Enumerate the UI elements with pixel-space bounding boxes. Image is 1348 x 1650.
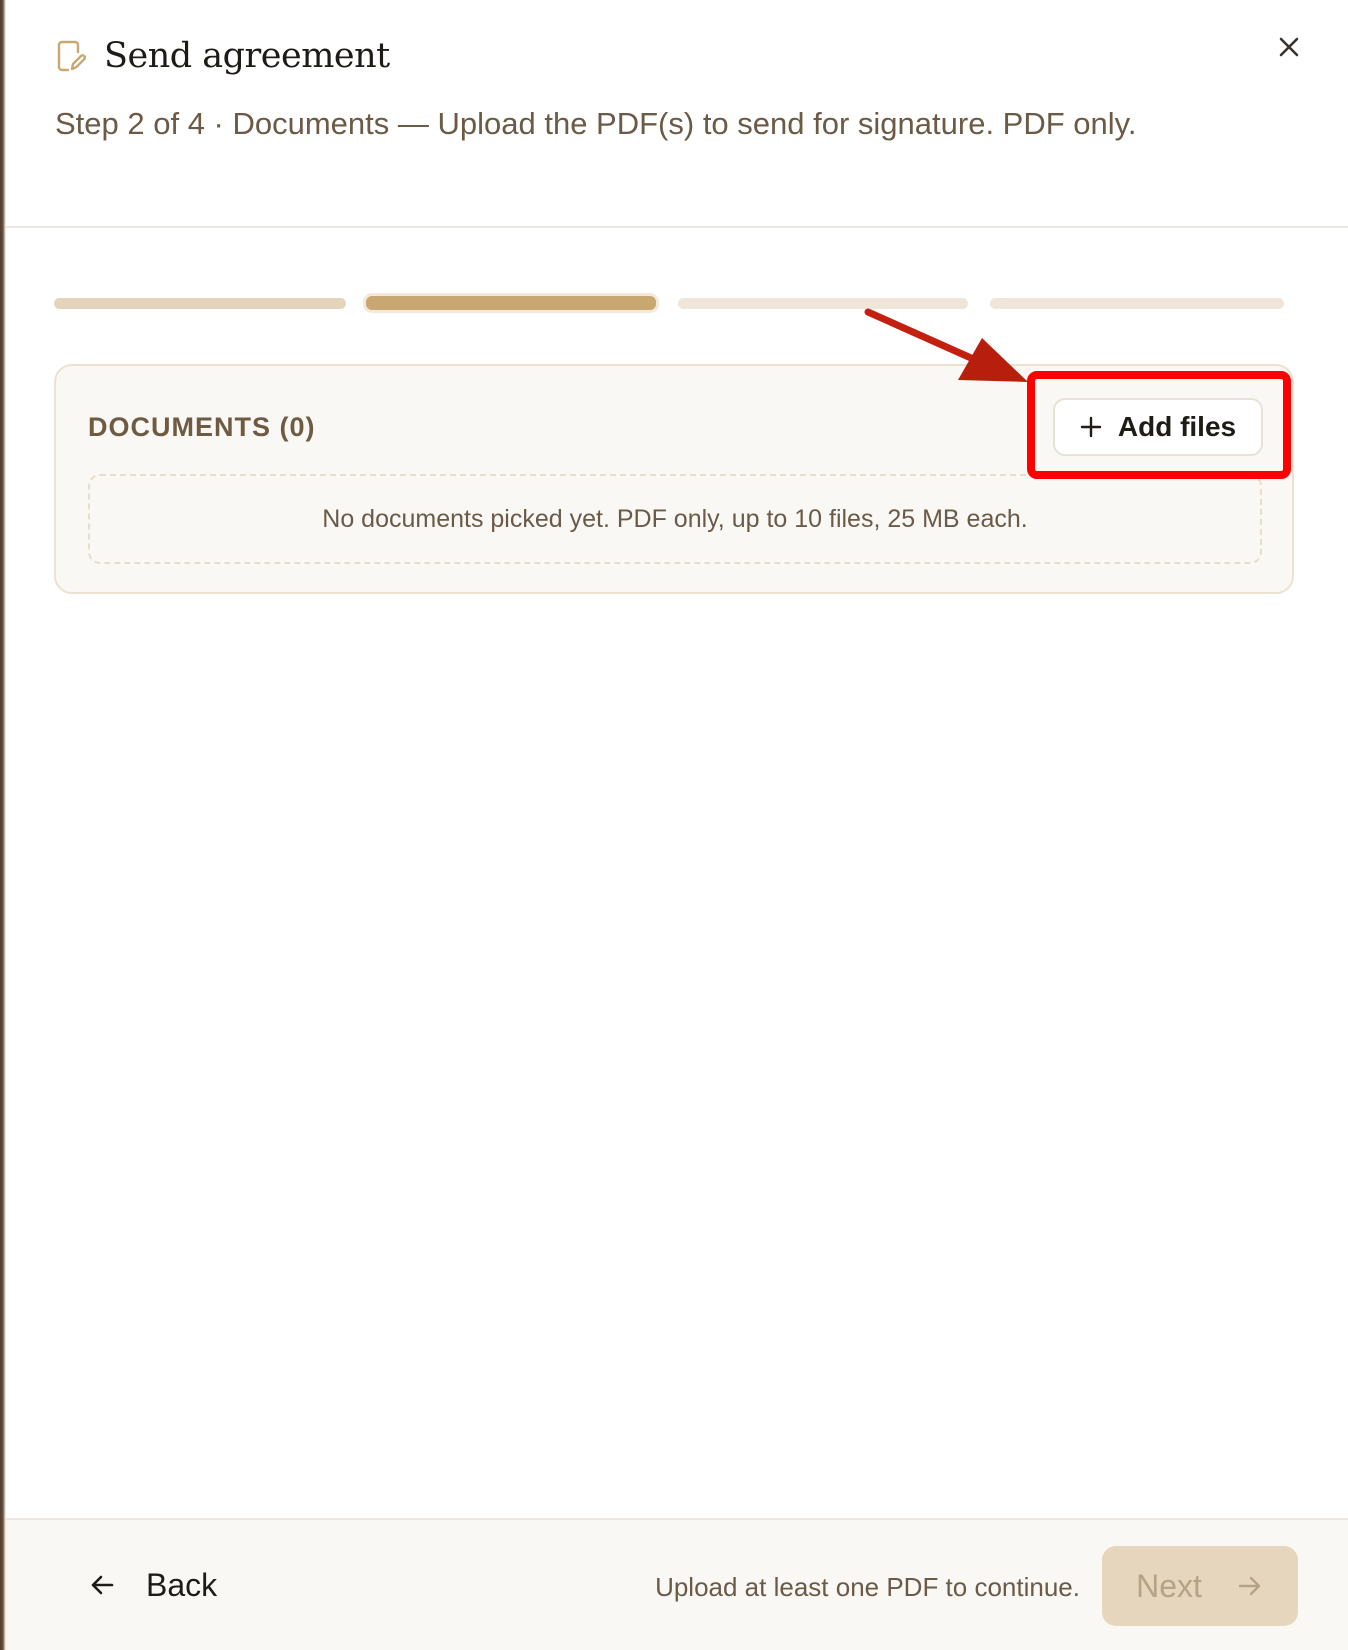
continue-hint: Upload at least one PDF to continue. — [655, 1572, 1080, 1602]
step-progress — [54, 296, 1298, 312]
arrow-left-icon — [91, 1575, 114, 1595]
dialog-title: Send agreement — [104, 36, 390, 76]
annotation-arrow — [864, 308, 1028, 382]
progress-step-1 — [54, 298, 346, 309]
step-description: Step 2 of 4 · Documents — Upload the PDF… — [55, 106, 1137, 141]
arrow-right-icon — [1238, 1576, 1261, 1596]
dialog-footer: Back Upload at least one PDF to continue… — [6, 1518, 1348, 1650]
back-label: Back — [146, 1566, 218, 1603]
dialog-header: Send agreement Step 2 of 4 · Documents —… — [6, 0, 1348, 228]
back-button[interactable]: Back — [88, 1560, 217, 1610]
document-edit-icon — [57, 40, 86, 72]
send-agreement-dialog: Send agreement Step 2 of 4 · Documents —… — [0, 0, 1348, 1650]
title-row: Send agreement — [56, 36, 390, 76]
empty-dropzone[interactable]: No documents picked yet. PDF only, up to… — [88, 474, 1262, 564]
empty-message: No documents picked yet. PDF only, up to… — [322, 504, 1028, 533]
next-button[interactable]: Next — [1102, 1546, 1298, 1626]
window-edge — [0, 0, 6, 1650]
progress-step-2 — [366, 296, 656, 310]
annotation-highlight — [1027, 371, 1291, 479]
next-label: Next — [1136, 1567, 1202, 1604]
documents-heading: DOCUMENTS (0) — [88, 412, 316, 442]
close-icon[interactable] — [1272, 30, 1306, 64]
